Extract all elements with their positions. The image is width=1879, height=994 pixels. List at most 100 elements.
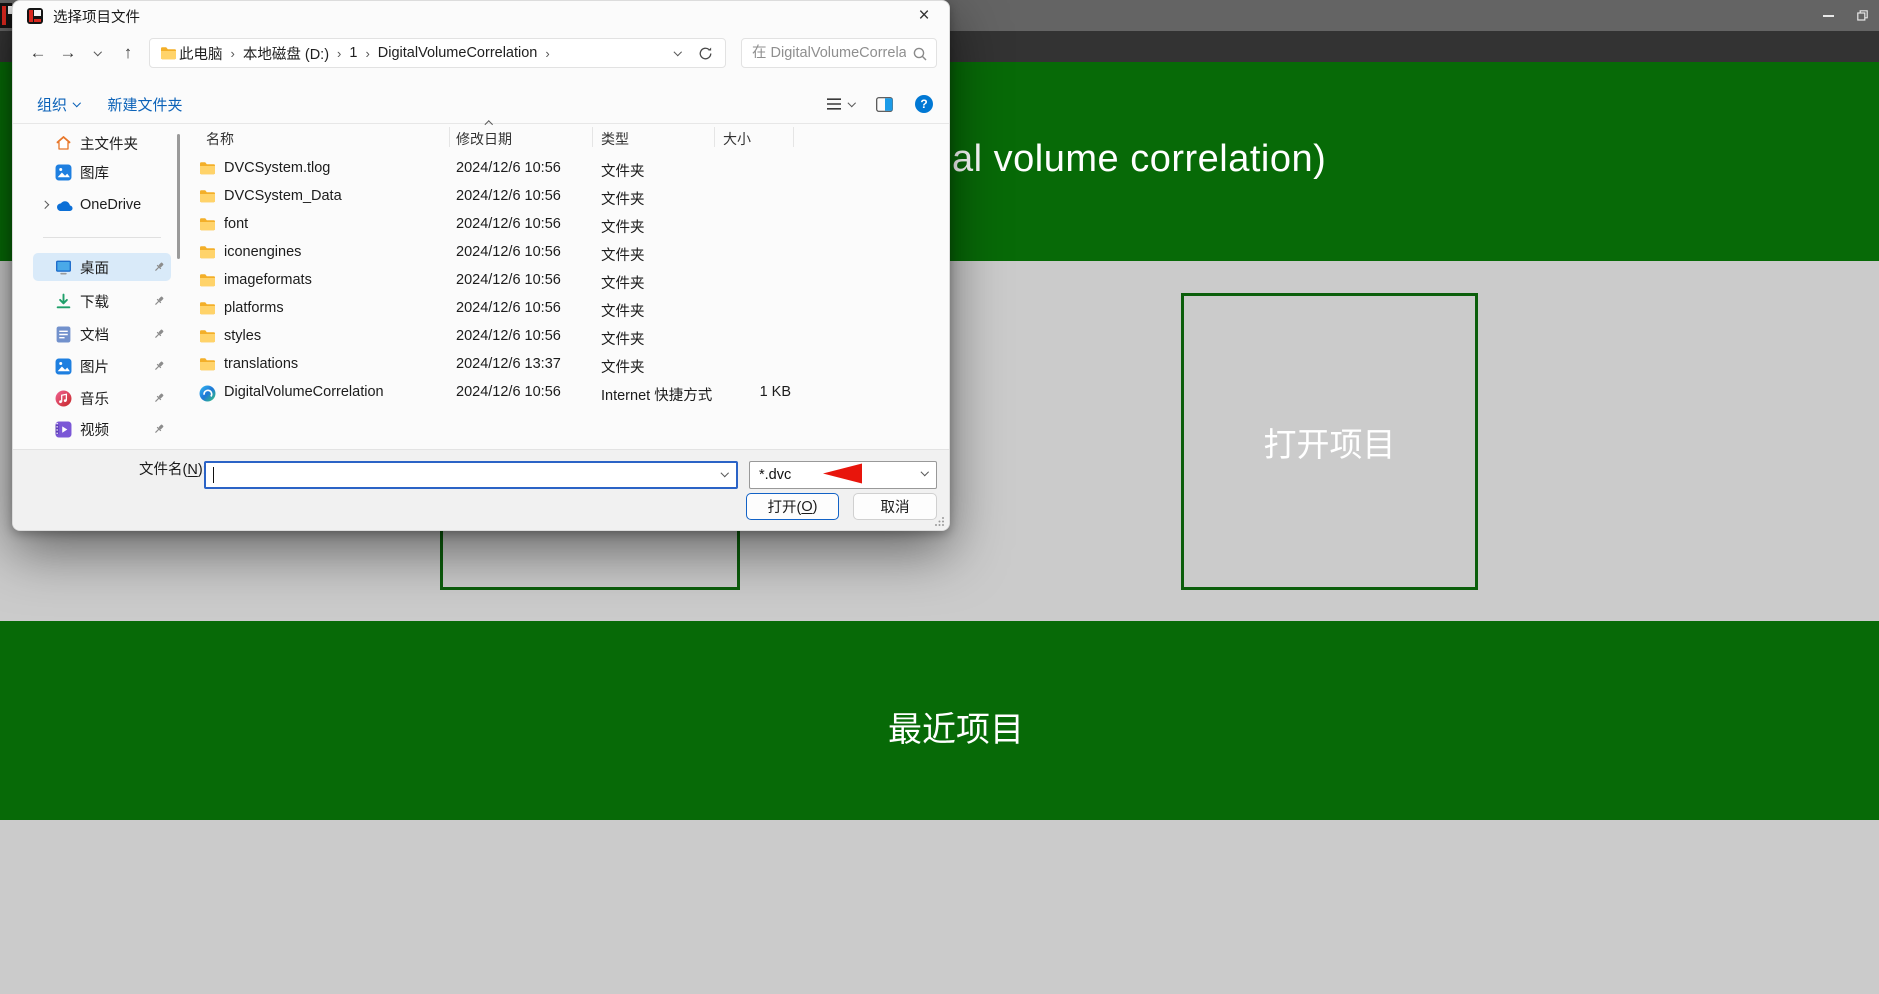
up-button[interactable]: ↑ [113, 38, 143, 68]
sidebar-item-video[interactable]: 视频 [33, 415, 171, 443]
back-button[interactable]: ← [23, 38, 53, 68]
preview-pane-button[interactable] [876, 97, 893, 112]
sidebar-item-music[interactable]: 音乐 [33, 384, 171, 412]
sidebar-item-label: 文档 [80, 324, 109, 345]
dialog-app-icon [27, 8, 43, 24]
onedrive-cloud-icon [53, 199, 73, 212]
chevron-down-icon [94, 48, 102, 56]
breadcrumb-item[interactable]: 此电脑 [179, 43, 223, 64]
file-name: platforms [224, 300, 284, 316]
minimize-icon [1823, 15, 1834, 17]
file-date: 2024/12/6 10:56 [456, 384, 561, 400]
file-row[interactable]: styles2024/12/6 10:56文件夹 [181, 323, 951, 351]
sidebar-item-label: 图库 [80, 162, 109, 183]
pin-icon [153, 423, 165, 435]
filetype-dropdown[interactable]: *.dvc [749, 461, 937, 489]
gallery-icon [53, 164, 73, 181]
folder-icon [199, 217, 216, 235]
search-box [741, 38, 937, 68]
file-name: styles [224, 328, 261, 344]
breadcrumb-separator-icon: › [365, 46, 369, 61]
new-folder-button[interactable]: 新建文件夹 [108, 94, 183, 115]
desktop-icon [53, 259, 73, 276]
app-bottom-band [0, 820, 1879, 994]
file-row[interactable]: font2024/12/6 10:56文件夹 [181, 211, 951, 239]
refresh-icon[interactable] [698, 46, 713, 61]
minimize-button[interactable] [1811, 0, 1845, 31]
file-type: 文件夹 [601, 328, 645, 349]
cancel-button[interactable]: 取消 [853, 493, 937, 520]
filename-input[interactable] [204, 461, 738, 489]
filename-label: 文件名(N): [139, 458, 207, 479]
file-row[interactable]: translations2024/12/6 13:37文件夹 [181, 351, 951, 379]
folder-icon [199, 189, 216, 207]
dialog-titlebar[interactable]: 选择项目文件 × [13, 1, 949, 31]
sidebar-item-onedrive-cloud[interactable]: OneDrive [33, 191, 171, 219]
music-icon [53, 390, 73, 407]
pin-icon [153, 392, 165, 404]
pin-icon [153, 261, 165, 273]
search-input[interactable] [742, 39, 936, 67]
sidebar-item-gallery[interactable]: 图库 [33, 158, 171, 186]
column-header-size[interactable]: 大小 [723, 129, 751, 149]
sidebar-item-download[interactable]: 下载 [33, 287, 171, 315]
column-header-type[interactable]: 类型 [601, 129, 629, 149]
sidebar-scrollbar[interactable] [177, 134, 180, 259]
breadcrumb-item[interactable]: DigitalVolumeCorrelation [378, 45, 538, 61]
sidebar-item-document[interactable]: 文档 [33, 320, 171, 348]
dialog-footer: 文件名(N): *.dvc 打开(O) 取消 [13, 449, 949, 530]
file-type: 文件夹 [601, 160, 645, 181]
file-name: DigitalVolumeCorrelation [224, 384, 384, 400]
breadcrumb-separator-icon: › [231, 46, 235, 61]
chevron-down-icon [73, 99, 81, 107]
file-date: 2024/12/6 10:56 [456, 300, 561, 316]
folder-icon [199, 245, 216, 263]
file-row[interactable]: imageformats2024/12/6 10:56文件夹 [181, 267, 951, 295]
file-row[interactable]: platforms2024/12/6 10:56文件夹 [181, 295, 951, 323]
file-list-header: 名称 修改日期 类型 大小 [181, 124, 939, 151]
sidebar-item-home[interactable]: 主文件夹 [33, 129, 171, 157]
breadcrumb-item[interactable]: 本地磁盘 (D:) [243, 43, 329, 64]
document-icon [53, 326, 73, 343]
open-button[interactable]: 打开(O) [746, 493, 839, 520]
forward-button[interactable]: → [53, 38, 83, 68]
screen: al volume correlation) 打开项目 最近项目 选择项目文件 … [0, 0, 1879, 994]
folder-icon [199, 273, 216, 291]
video-icon [53, 421, 73, 438]
help-button[interactable]: ? [915, 95, 933, 113]
folder-icon [199, 301, 216, 319]
open-project-box[interactable]: 打开项目 [1181, 293, 1478, 590]
text-caret [213, 467, 214, 483]
dialog-title: 选择项目文件 [53, 6, 140, 27]
restore-button[interactable] [1845, 0, 1879, 31]
file-name: DVCSystem.tlog [224, 160, 330, 176]
breadcrumb-items: 此电脑›本地磁盘 (D:)›1›DigitalVolumeCorrelation… [179, 43, 558, 64]
file-row[interactable]: DVCSystem_Data2024/12/6 10:56文件夹 [181, 183, 951, 211]
file-date: 2024/12/6 10:56 [456, 244, 561, 260]
file-name: DVCSystem_Data [224, 188, 342, 204]
address-dropdown-icon[interactable] [673, 48, 681, 56]
column-header-date[interactable]: 修改日期 [456, 129, 512, 149]
window-controls [1811, 0, 1879, 31]
sidebar-item-label: 视频 [80, 419, 109, 440]
open-project-label: 打开项目 [1264, 418, 1396, 466]
file-name: iconengines [224, 244, 301, 260]
file-row[interactable]: DigitalVolumeCorrelation2024/12/6 10:56I… [181, 379, 951, 407]
breadcrumb-item[interactable]: 1 [349, 45, 357, 61]
close-button[interactable]: × [905, 1, 943, 31]
recent-locations-button[interactable] [83, 38, 113, 68]
file-row[interactable]: iconengines2024/12/6 10:56文件夹 [181, 239, 951, 267]
sidebar-item-pictures[interactable]: 图片 [33, 352, 171, 380]
app-logo-icon [0, 3, 12, 28]
column-header-name[interactable]: 名称 [206, 129, 234, 149]
sidebar-item-desktop[interactable]: 桌面 [33, 253, 171, 281]
resize-grip[interactable] [934, 516, 945, 527]
file-row[interactable]: DVCSystem.tlog2024/12/6 10:56文件夹 [181, 155, 951, 183]
organize-button[interactable]: 组织 [37, 94, 80, 115]
breadcrumb[interactable]: 此电脑›本地磁盘 (D:)›1›DigitalVolumeCorrelation… [149, 38, 726, 68]
folder-icon [199, 161, 216, 179]
app-title-text: al volume correlation) [952, 138, 1326, 181]
folder-icon [199, 357, 216, 375]
expand-chevron-icon[interactable] [41, 201, 49, 209]
view-options-button[interactable] [826, 97, 855, 111]
